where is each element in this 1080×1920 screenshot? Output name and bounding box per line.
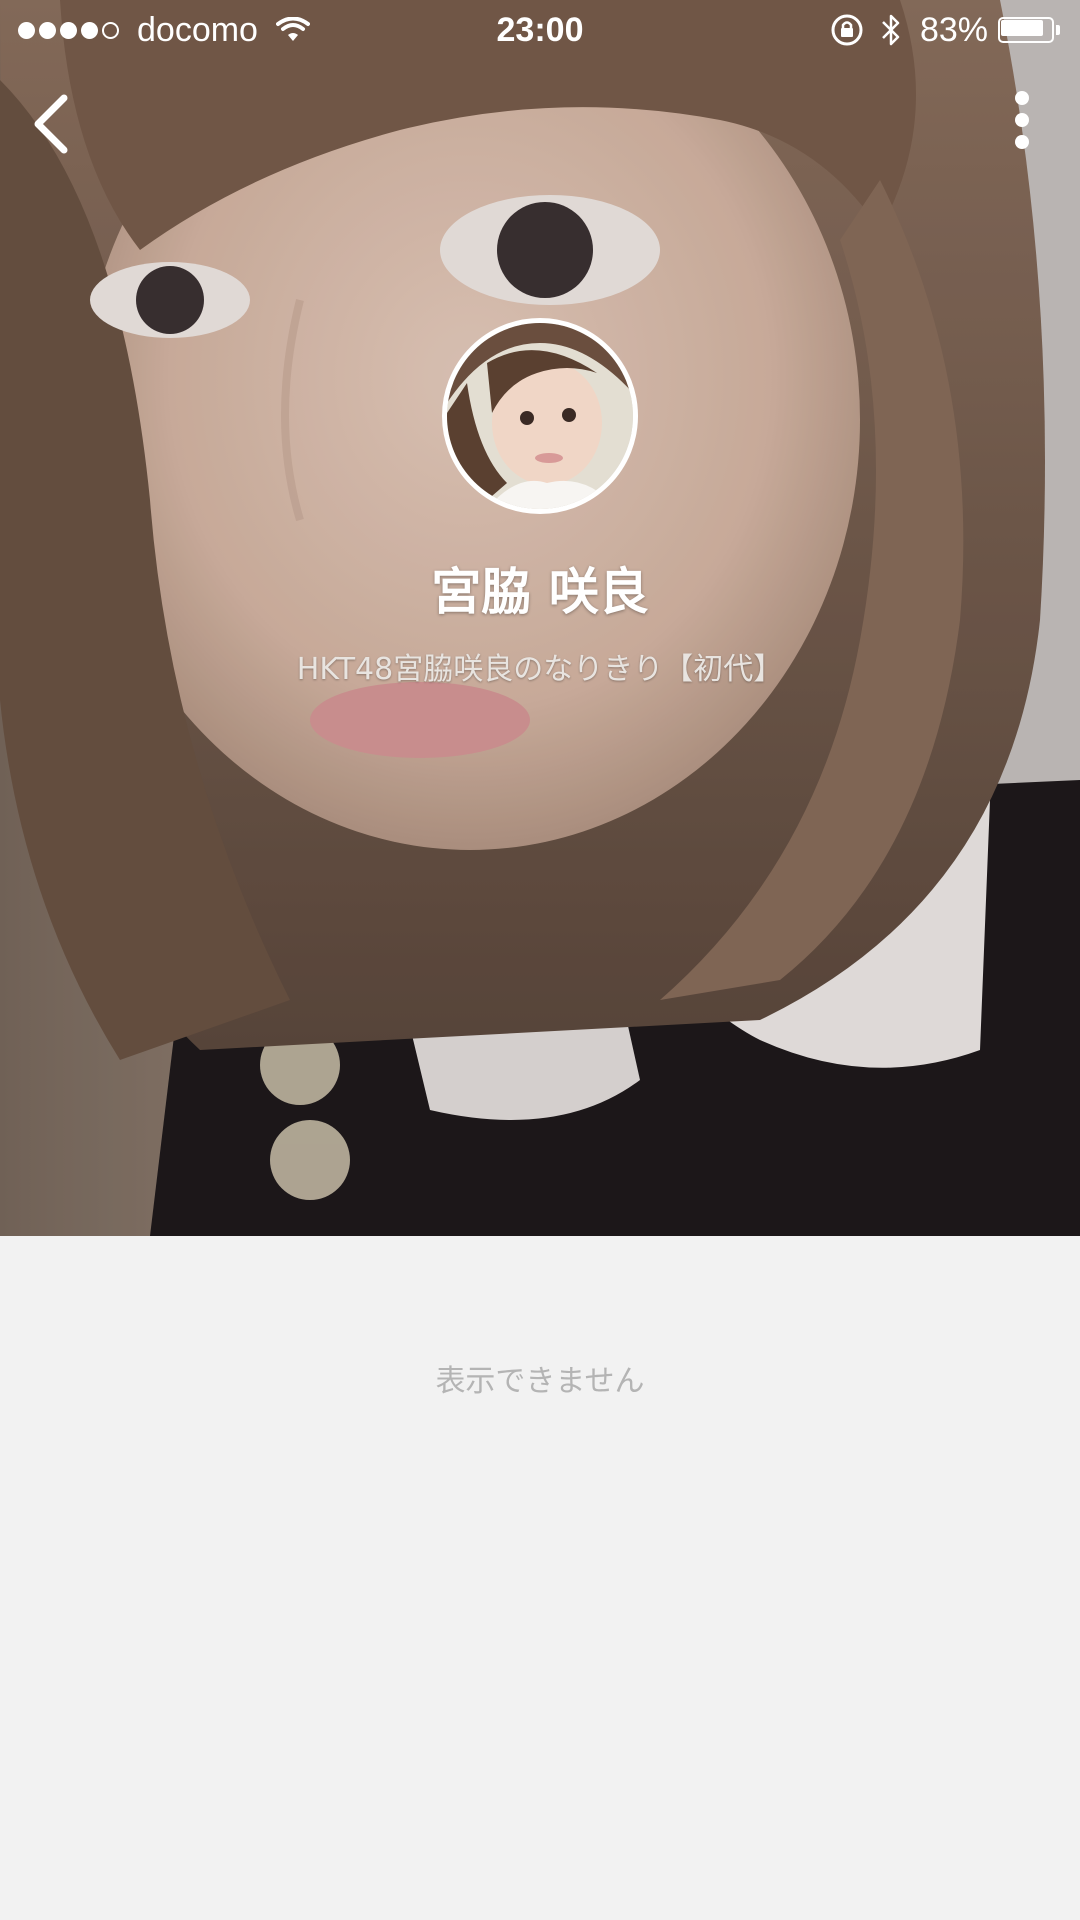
profile-avatar[interactable]: [442, 318, 638, 514]
bluetooth-icon: [882, 14, 900, 46]
more-options-button[interactable]: [1002, 86, 1042, 158]
avatar-image: [447, 323, 633, 509]
battery-level-fill: [1001, 20, 1043, 36]
vertical-ellipsis-icon: [1015, 91, 1029, 149]
rotation-lock-icon: [831, 14, 863, 46]
status-bar: docomo 23:00 83%: [0, 0, 1080, 60]
battery-icon: [998, 17, 1060, 43]
profile-status-message: HKT48宮脇咲良のなりきり【初代】: [296, 652, 784, 687]
profile-screen: docomo 23:00 83% 宮脇 咲良 HKT48宮脇咲良のなりきり【初代…: [0, 0, 1080, 1920]
profile-name: 宮脇 咲良: [431, 563, 649, 621]
status-right: 83%: [830, 10, 1060, 50]
battery-percent-label: 83%: [919, 10, 988, 49]
back-button[interactable]: [22, 86, 86, 158]
chevron-left-icon: [34, 94, 68, 154]
empty-content-message: 表示できません: [435, 1364, 645, 1399]
